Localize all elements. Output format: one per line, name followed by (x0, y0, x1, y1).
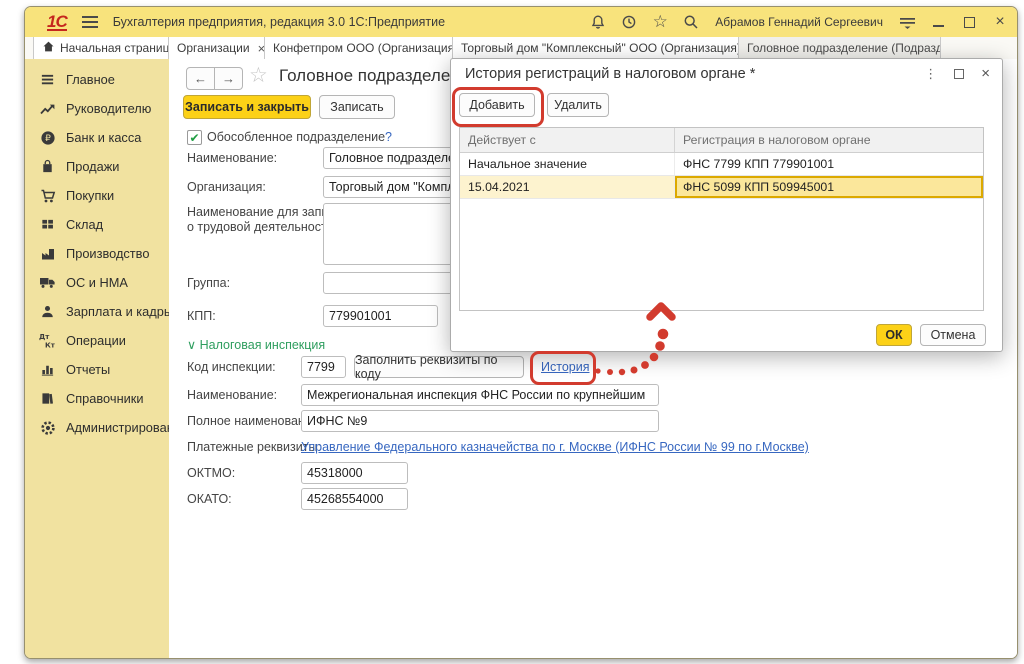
group-field-label: Группа: (187, 276, 230, 290)
column-header-valid-from: Действует с (460, 128, 675, 152)
dialog-title: История регистраций в налоговом органе * (465, 66, 755, 82)
fill-by-code-button[interactable]: Заполнить реквизиты по коду (354, 356, 524, 378)
sidebar-item-manager[interactable]: Руководителю (25, 94, 169, 123)
table-row-selected[interactable]: 15.04.2021 ФНС 5099 КПП 509945001 (460, 176, 983, 199)
screen: 1С Бухгалтерия предприятия, редакция 3.0… (0, 0, 1024, 664)
back-arrow-button[interactable]: ← (186, 67, 215, 90)
tab-golovnoe-podrazdelenie[interactable]: Головное подразделение (Подразделение) × (739, 37, 941, 59)
bar-chart-icon (39, 361, 56, 378)
tab-organizations[interactable]: Организации × (169, 37, 265, 59)
forward-arrow-button[interactable]: → (215, 67, 243, 90)
history-link[interactable]: История (541, 360, 589, 374)
maximize-button[interactable] (960, 13, 978, 31)
help-question-link[interactable]: ? (385, 130, 392, 144)
kpp-input[interactable] (323, 305, 438, 327)
sidebar-item-main[interactable]: Главное (25, 65, 169, 94)
favorite-star-icon[interactable]: ☆ (249, 63, 268, 88)
oktmo-label: ОКТМО: (187, 466, 235, 480)
dialog-maximize-icon[interactable] (954, 69, 964, 79)
payment-details-link[interactable]: Управление Федерального казначейства по … (301, 440, 809, 454)
tax-name-label: Наименование: (187, 388, 277, 402)
service-menu-icon[interactable] (898, 13, 916, 31)
tax-section-toggle[interactable]: ∨ Налоговая инспекция (187, 337, 325, 352)
organization-field-label: Организация: (187, 180, 266, 194)
minimize-button[interactable] (929, 13, 947, 31)
sidebar-item-administration[interactable]: Администрирование (25, 413, 169, 442)
notifications-bell-icon[interactable] (589, 13, 607, 31)
sidebar-item-bank-cash[interactable]: ₽ Банк и касса (25, 123, 169, 152)
inspection-code-input[interactable] (301, 356, 346, 378)
tab-home[interactable]: Начальная страница (33, 37, 169, 59)
registration-history-dialog: История регистраций в налоговом органе *… (450, 58, 1003, 352)
save-and-close-button[interactable]: Записать и закрыть (183, 95, 311, 119)
history-clock-icon[interactable] (620, 13, 638, 31)
sidebar-item-production[interactable]: Производство (25, 239, 169, 268)
name-field-label: Наименование: (187, 151, 277, 165)
svg-text:Дт: Дт (39, 333, 50, 341)
delete-button[interactable]: Удалить (547, 93, 609, 117)
sidebar-item-operations[interactable]: ДтКт Операции (25, 326, 169, 355)
ruble-circle-icon: ₽ (39, 129, 56, 146)
app-title: Бухгалтерия предприятия, редакция 3.0 1С… (113, 15, 445, 29)
sidebar: Главное Руководителю ₽ Банк и касса Прод… (25, 59, 169, 658)
books-icon (39, 390, 56, 407)
okato-label: ОКАТО: (187, 492, 232, 506)
cancel-button[interactable]: Отмена (920, 324, 986, 346)
cart-icon (39, 187, 56, 204)
save-button[interactable]: Записать (319, 95, 395, 119)
tab-close-icon[interactable]: × (258, 41, 265, 56)
sidebar-item-purchases[interactable]: Покупки (25, 181, 169, 210)
dt-kt-icon: ДтКт (39, 332, 56, 349)
tax-name-input[interactable] (301, 384, 659, 406)
menu-lines-icon (39, 71, 56, 88)
oktmo-input[interactable] (301, 462, 408, 484)
table-row[interactable]: Начальное значение ФНС 7799 КПП 77990100… (460, 153, 983, 176)
sidebar-item-sales[interactable]: Продажи (25, 152, 169, 181)
title-bar: 1С Бухгалтерия предприятия, редакция 3.0… (25, 7, 1017, 38)
truck-icon (39, 274, 56, 291)
full-name-input[interactable] (301, 410, 659, 432)
factory-icon (39, 245, 56, 262)
okato-input[interactable] (301, 488, 408, 510)
sidebar-item-reports[interactable]: Отчеты (25, 355, 169, 384)
gear-icon (39, 419, 56, 436)
shopping-bag-icon (39, 158, 56, 175)
search-icon[interactable] (682, 13, 700, 31)
tab-bar: Начальная страница Организации × Конфетп… (25, 37, 1017, 60)
column-header-registration: Регистрация в налоговом органе (675, 128, 983, 152)
current-user-name[interactable]: Абрамов Геннадий Сергеевич (715, 15, 883, 29)
registration-table: Действует с Регистрация в налоговом орга… (459, 127, 984, 311)
sidebar-item-fixed-assets[interactable]: ОС и НМА (25, 268, 169, 297)
table-header-row: Действует с Регистрация в налоговом орга… (460, 128, 983, 153)
1c-logo-icon: 1С (47, 14, 67, 31)
svg-text:₽: ₽ (45, 134, 51, 144)
tab-torgovy-dom[interactable]: Торговый дом "Комплексный" ООО (Организа… (453, 37, 739, 59)
sidebar-item-payroll-hr[interactable]: Зарплата и кадры (25, 297, 169, 326)
close-button[interactable]: × (991, 13, 1009, 31)
home-icon (42, 40, 55, 56)
boxes-grid-icon (39, 216, 56, 233)
tab-konfetprom[interactable]: Конфетпром ООО (Организация) × (265, 37, 453, 59)
sidebar-item-warehouse[interactable]: Склад (25, 210, 169, 239)
svg-text:Кт: Кт (45, 342, 56, 350)
sidebar-item-directories[interactable]: Справочники (25, 384, 169, 413)
main-menu-icon[interactable] (81, 13, 99, 31)
add-button[interactable]: Добавить (459, 93, 535, 117)
dialog-more-icon[interactable]: ⋮ (924, 66, 937, 82)
separate-subdivision-checkbox[interactable]: ✔ (187, 130, 202, 145)
chevron-down-icon: ∨ (187, 338, 196, 352)
inspection-code-label: Код инспекции: (187, 360, 276, 374)
favorites-star-icon[interactable]: ☆ (651, 13, 669, 31)
labor-records-label-line2: о трудовой деятельности: (187, 220, 337, 234)
dialog-close-icon[interactable]: × (981, 69, 990, 79)
person-icon (39, 303, 56, 320)
separate-subdivision-label: Обособленное подразделение (207, 130, 385, 144)
trend-chart-icon (39, 100, 56, 117)
ok-button[interactable]: ОК (876, 324, 912, 346)
kpp-field-label: КПП: (187, 309, 216, 323)
